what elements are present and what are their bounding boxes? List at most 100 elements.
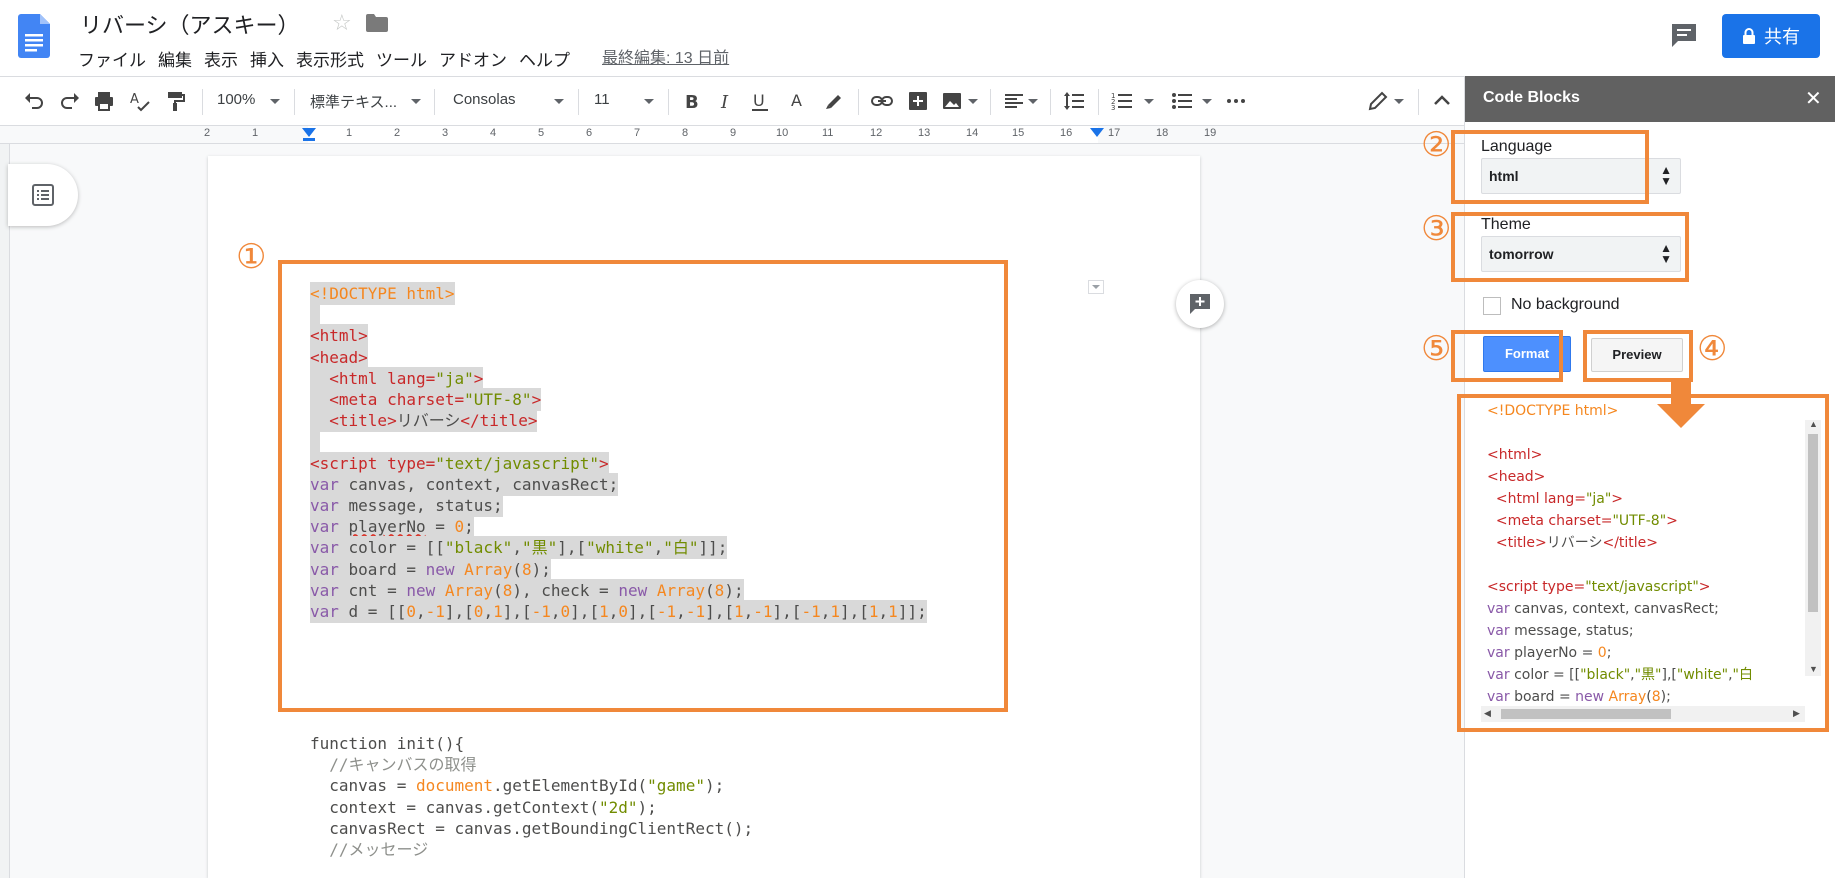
- document-outline-button[interactable]: [8, 164, 78, 226]
- insert-image-icon[interactable]: [940, 89, 964, 113]
- share-button[interactable]: 共有: [1722, 14, 1820, 58]
- code-line[interactable]: <meta charset="UTF-8">: [1487, 510, 1678, 532]
- folder-icon[interactable]: [366, 14, 388, 32]
- code-line[interactable]: <title>リバーシ</title>: [1487, 532, 1658, 554]
- italic-icon[interactable]: I: [714, 89, 738, 113]
- code-token: >: [1611, 491, 1624, 507]
- underline-icon[interactable]: U: [748, 89, 772, 113]
- size-caret-icon[interactable]: [644, 99, 654, 104]
- menu-help[interactable]: ヘルプ: [519, 44, 578, 73]
- preview-vertical-scrollbar[interactable]: ▲ ▼: [1805, 419, 1821, 676]
- last-edit-link[interactable]: 最終編集: 13 日前: [602, 44, 729, 73]
- code-line[interactable]: var color = [["black","黒"],["white","白: [1487, 664, 1753, 686]
- code-token: var: [1487, 645, 1510, 661]
- spellcheck-icon[interactable]: A: [128, 89, 152, 113]
- toolbar-divider: [1098, 89, 1099, 115]
- collapse-menus-icon[interactable]: [1430, 89, 1454, 113]
- editing-mode-caret-icon[interactable]: [1394, 99, 1404, 104]
- code-line[interactable]: var playerNo = 0;: [1487, 642, 1611, 664]
- add-comment-button[interactable]: [1176, 280, 1224, 328]
- code-line[interactable]: canvas = document.getElementById("game")…: [310, 774, 724, 797]
- undo-icon[interactable]: [22, 89, 46, 113]
- scrollbar-thumb[interactable]: [1808, 434, 1818, 612]
- code-token: context = canvas.getContext(: [310, 797, 599, 817]
- star-icon[interactable]: ☆: [332, 10, 352, 36]
- code-token: <!DOCTYPE html>: [1487, 403, 1619, 419]
- no-background-label[interactable]: No background: [1511, 296, 1620, 314]
- bold-icon[interactable]: B: [680, 89, 704, 113]
- menu-format[interactable]: 表示形式: [296, 44, 372, 73]
- code-token: var: [1487, 623, 1510, 639]
- code-line[interactable]: <!DOCTYPE html>: [1487, 400, 1618, 422]
- style-caret-icon[interactable]: [411, 99, 421, 104]
- document-title[interactable]: リバーシ（アスキー）: [80, 8, 300, 40]
- code-line[interactable]: var message, status;: [1487, 620, 1634, 642]
- line-spacing-icon[interactable]: [1062, 89, 1086, 113]
- more-icon[interactable]: [1224, 89, 1248, 113]
- redo-icon[interactable]: [58, 89, 82, 113]
- scroll-right-icon[interactable]: ▶: [1793, 708, 1800, 719]
- ruler-number: 6: [586, 127, 593, 139]
- menu-insert[interactable]: 挿入: [250, 44, 292, 73]
- image-caret-icon[interactable]: [968, 99, 978, 104]
- code-line[interactable]: var board = new Array(8);: [1487, 686, 1671, 708]
- bulleted-list-caret-icon[interactable]: [1202, 99, 1212, 104]
- code-line[interactable]: canvasRect = canvas.getBoundingClientRec…: [310, 817, 753, 840]
- docs-logo-icon[interactable]: [18, 14, 50, 58]
- left-indent-marker-icon[interactable]: [302, 128, 316, 142]
- zoom-caret-icon[interactable]: [270, 99, 280, 104]
- font-select[interactable]: Consolas: [453, 91, 516, 108]
- no-background-checkbox[interactable]: [1483, 297, 1501, 315]
- code-line[interactable]: <html lang="ja">: [1487, 488, 1623, 510]
- menu-edit[interactable]: 編集: [158, 44, 200, 73]
- ruler[interactable]: 2 1 1 2 3 4 5 6 7 8 9 10 11 12 13 14 15 16 17 18 19: [0, 126, 1464, 144]
- zoom-select[interactable]: 100%: [217, 91, 255, 108]
- numbered-list-caret-icon[interactable]: [1144, 99, 1154, 104]
- scroll-up-icon[interactable]: ▲: [1809, 419, 1818, 429]
- menu-view[interactable]: 表示: [204, 44, 246, 73]
- close-icon[interactable]: ✕: [1805, 86, 1822, 111]
- select-arrows-icon: ▲ ▼: [1660, 163, 1672, 188]
- toolbar-divider: [1418, 89, 1419, 115]
- numbered-list-icon[interactable]: 123: [1110, 89, 1134, 113]
- paragraph-style-select[interactable]: 標準テキス...: [310, 91, 397, 112]
- editing-mode-icon[interactable]: [1366, 89, 1390, 113]
- suggestion-dropdown-icon[interactable]: [1088, 280, 1104, 294]
- code-line[interactable]: <head>: [1487, 466, 1545, 488]
- scroll-left-icon[interactable]: ◀: [1484, 708, 1491, 719]
- bulleted-list-icon[interactable]: [1170, 89, 1194, 113]
- align-caret-icon[interactable]: [1028, 99, 1038, 104]
- code-line[interactable]: context = canvas.getContext("2d");: [310, 796, 657, 819]
- menu-file[interactable]: ファイル: [78, 44, 154, 73]
- code-token: //キャンバスの取得: [310, 755, 477, 775]
- preview-horizontal-scrollbar[interactable]: ◀ ▶: [1481, 706, 1805, 722]
- share-label: 共有: [1764, 27, 1800, 47]
- menu-bar: ファイル 編集 表示 挿入 表示形式 ツール アドオン ヘルプ 最終編集: 13…: [78, 44, 729, 73]
- code-token: "black": [1580, 667, 1631, 683]
- paint-format-icon[interactable]: [164, 89, 188, 113]
- ruler-number: 2: [394, 127, 401, 139]
- code-line[interactable]: //キャンバスの取得: [310, 753, 477, 776]
- scroll-down-icon[interactable]: ▼: [1809, 664, 1818, 674]
- comment-history-icon[interactable]: [1670, 22, 1698, 48]
- print-icon[interactable]: [92, 89, 116, 113]
- code-token: function init(){: [310, 734, 465, 753]
- insert-link-icon[interactable]: [870, 89, 894, 113]
- menu-addons[interactable]: アドオン: [439, 44, 515, 73]
- font-size-select[interactable]: 11: [594, 91, 610, 108]
- code-line[interactable]: var canvas, context, canvasRect;: [1487, 598, 1719, 620]
- text-color-icon[interactable]: A: [786, 89, 810, 113]
- code-line[interactable]: <html>: [1487, 444, 1542, 466]
- insert-comment-icon[interactable]: [906, 89, 930, 113]
- scrollbar-thumb[interactable]: [1501, 709, 1671, 719]
- lock-icon: [1743, 28, 1755, 44]
- code-line[interactable]: function init(){: [310, 732, 464, 755]
- right-indent-marker-icon[interactable]: [1090, 128, 1104, 140]
- ruler-page-area: [308, 126, 1098, 143]
- font-caret-icon[interactable]: [554, 99, 564, 104]
- code-line[interactable]: //メッセージ: [310, 838, 428, 861]
- align-icon[interactable]: [1002, 89, 1026, 113]
- highlight-icon[interactable]: [822, 89, 846, 113]
- menu-tools[interactable]: ツール: [376, 44, 435, 73]
- code-line[interactable]: <script type="text/javascript">: [1487, 576, 1711, 598]
